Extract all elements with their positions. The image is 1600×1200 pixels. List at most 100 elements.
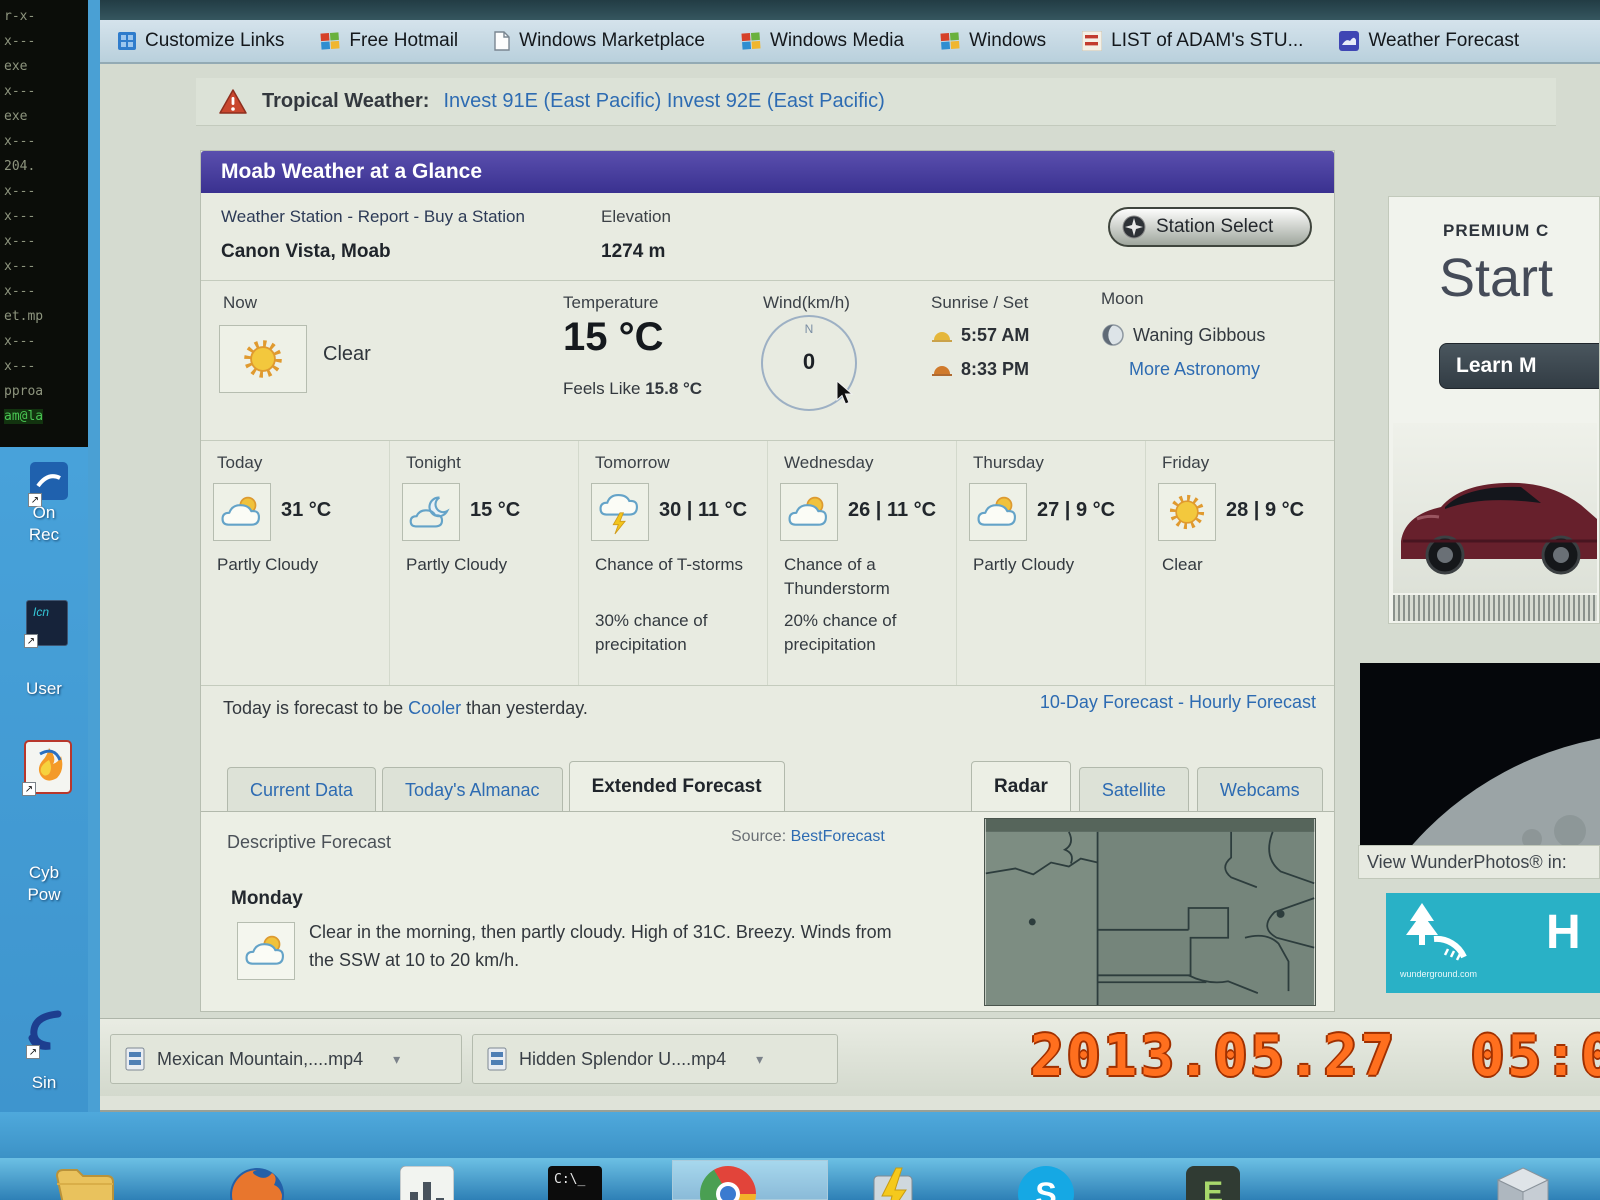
- bookmark-list-of-adams[interactable]: LIST of ADAM's STU...: [1082, 30, 1303, 52]
- desktop-icon-label[interactable]: Cyb Pow: [0, 862, 88, 906]
- tab-todays-almanac[interactable]: Today's Almanac: [382, 767, 563, 811]
- bookmark-windows-media[interactable]: Windows Media: [741, 30, 904, 52]
- terminal-window[interactable]: r-x- x--- exe x--- exe x--- 204. x--- x-…: [0, 0, 88, 447]
- firefox-icon[interactable]: [228, 1166, 286, 1200]
- bookmarks-bar: Customize Links Free Hotmail Windows Mar…: [100, 20, 1600, 64]
- premium-ad-panel: PREMIUM C Start Learn M: [1388, 196, 1600, 624]
- now-label: Now: [223, 293, 257, 313]
- current-condition-text: Clear: [323, 343, 371, 366]
- forecast-cell-today[interactable]: Today 31 °C Partly Cloudy: [201, 441, 390, 685]
- tab-extended-forecast[interactable]: Extended Forecast: [569, 761, 785, 811]
- compass-icon: [1122, 215, 1146, 239]
- summary-text: Today is forecast to be Cooler than yest…: [223, 698, 588, 719]
- forecast-cell-thursday[interactable]: Thursday 27 | 9 °C Partly Cloudy: [957, 441, 1146, 685]
- bookmark-windows-marketplace[interactable]: Windows Marketplace: [494, 30, 705, 52]
- bookmark-free-hotmail[interactable]: Free Hotmail: [320, 30, 458, 52]
- forecast-cell-wednesday[interactable]: Wednesday 26 | 11 °C Chance of a Thunder…: [768, 441, 957, 685]
- windows-flag-icon: [320, 31, 340, 51]
- moon-phase-text: Waning Gibbous: [1133, 325, 1265, 346]
- bookmark-windows[interactable]: Windows: [940, 30, 1046, 52]
- forecast-cell-friday[interactable]: Friday 28 | 9 °C Clear: [1146, 441, 1335, 685]
- premium-label: PREMIUM C: [1443, 221, 1549, 241]
- chart-app-icon[interactable]: [400, 1166, 454, 1200]
- bestforecast-link[interactable]: BestForecast: [791, 828, 885, 845]
- station-links[interactable]: Weather Station - Report - Buy a Station: [221, 207, 525, 227]
- station-select-button[interactable]: Station Select: [1108, 207, 1312, 247]
- chevron-down-icon[interactable]: [393, 1051, 400, 1068]
- forecast-cell-tonight[interactable]: Tonight 15 °C Partly Cloudy: [390, 441, 579, 685]
- download-item[interactable]: Mexican Mountain,....mp4: [110, 1034, 462, 1084]
- forecast-row: Today 31 °C Partly Cloudy Tonight 15 °C …: [201, 441, 1334, 686]
- desktop-icon-label[interactable]: Sin: [0, 1072, 88, 1094]
- cooler-link[interactable]: Cooler: [408, 698, 461, 718]
- alert-storm-links[interactable]: Invest 91E (East Pacific) Invest 92E (Ea…: [443, 90, 884, 113]
- sunrise-row: 5:57 AM: [931, 325, 1029, 346]
- car-photo: [1393, 423, 1597, 593]
- sunset-time: 8:33 PM: [961, 359, 1029, 380]
- folder-icon[interactable]: [55, 1166, 115, 1200]
- source-line: Source: BestForecast: [731, 828, 885, 846]
- sunny-icon: [241, 337, 285, 381]
- cube-app-icon[interactable]: [1496, 1166, 1550, 1200]
- forecast-cell-tomorrow[interactable]: Tomorrow 30 | 11 °C Chance of T-storms 3…: [579, 441, 768, 685]
- more-astronomy-link[interactable]: More Astronomy: [1129, 359, 1260, 380]
- ad-letter: H: [1546, 905, 1581, 960]
- view-wunderphotos-link[interactable]: View WunderPhotos® in:: [1358, 845, 1600, 879]
- right-tab-group: Radar Satellite Webcams: [971, 761, 1323, 811]
- grid-icon: [118, 32, 136, 50]
- wind-value: 0: [763, 349, 855, 375]
- wind-label: Wind(km/h): [763, 293, 850, 313]
- video-file-icon: [125, 1047, 145, 1071]
- desktop-icon-onrec[interactable]: ↗: [30, 462, 68, 505]
- descriptive-forecast-label: Descriptive Forecast: [227, 832, 391, 853]
- windows-flag-icon: [940, 31, 960, 51]
- sunset-row: 8:33 PM: [931, 359, 1029, 380]
- sunny-icon: [1158, 483, 1216, 541]
- card-title: Moab Weather at a Glance: [201, 151, 1334, 193]
- chevron-down-icon[interactable]: [756, 1051, 763, 1068]
- learn-more-button[interactable]: Learn M: [1439, 343, 1600, 389]
- evernote-icon[interactable]: E: [1186, 1166, 1240, 1200]
- forecast-day-heading: Monday: [231, 888, 303, 910]
- left-tab-group: Current Data Today's Almanac Extended Fo…: [227, 761, 785, 811]
- desktop-icon-cyberpower[interactable]: ↗: [24, 740, 72, 794]
- wunderground-ad[interactable]: wunderground.com H: [1386, 893, 1600, 993]
- thunderstorm-icon: [591, 483, 649, 541]
- wunderground-favicon: [1339, 31, 1359, 51]
- forecast-summary: Today is forecast to be Cooler than yest…: [201, 686, 1334, 732]
- terminal-icon[interactable]: C:\_: [548, 1166, 602, 1200]
- elevation-label: Elevation: [601, 207, 671, 227]
- wunderphoto-moon-image[interactable]: [1360, 663, 1600, 845]
- download-item[interactable]: Hidden Splendor U....mp4: [472, 1034, 838, 1084]
- elevation-value: 1274 m: [601, 241, 665, 263]
- browser-window-border: [88, 0, 100, 1112]
- terminal-output: r-x- x--- exe x--- exe x--- 204. x--- x-…: [4, 9, 43, 399]
- ad-headline: Start: [1439, 247, 1553, 309]
- mouse-cursor-icon: [835, 381, 857, 410]
- tropical-weather-alert: Tropical Weather: Invest 91E (East Pacif…: [196, 78, 1556, 126]
- current-temperature: 15 °C: [563, 315, 664, 360]
- desktop-icon-user[interactable]: Icn ↗: [26, 600, 68, 646]
- waning-gibbous-icon: [1101, 323, 1125, 347]
- tab-webcams[interactable]: Webcams: [1197, 767, 1323, 811]
- tab-radar[interactable]: Radar: [971, 761, 1071, 811]
- tab-current-data[interactable]: Current Data: [227, 767, 376, 811]
- current-condition-iconbox: [219, 325, 307, 393]
- camera-timestamp: 2013.05.27 05:03: [1030, 1024, 1600, 1089]
- desktop-icon-label[interactable]: User: [0, 678, 88, 700]
- video-file-icon: [487, 1047, 507, 1071]
- forecast-links: 10-Day Forecast - Hourly Forecast: [1040, 692, 1316, 713]
- bookmark-customize-links[interactable]: Customize Links: [118, 30, 284, 52]
- hourly-forecast-link[interactable]: Hourly Forecast: [1189, 692, 1316, 712]
- utility-lightning-icon[interactable]: [868, 1166, 918, 1200]
- tab-satellite[interactable]: Satellite: [1079, 767, 1189, 811]
- extended-forecast-panel: Descriptive Forecast Source: BestForecas…: [201, 811, 1334, 1011]
- ten-day-forecast-link[interactable]: 10-Day Forecast: [1040, 692, 1173, 712]
- station-name: Canon Vista, Moab: [221, 241, 391, 263]
- radar-map[interactable]: [984, 818, 1316, 1006]
- feels-like: Feels Like 15.8 °C: [563, 379, 702, 399]
- partly-cloudy-day-icon: [237, 922, 295, 980]
- desktop-icon-sin[interactable]: ↗: [28, 1006, 68, 1057]
- bookmark-weather-forecast[interactable]: Weather Forecast: [1339, 30, 1519, 52]
- desktop-icon-label[interactable]: On Rec: [0, 502, 88, 546]
